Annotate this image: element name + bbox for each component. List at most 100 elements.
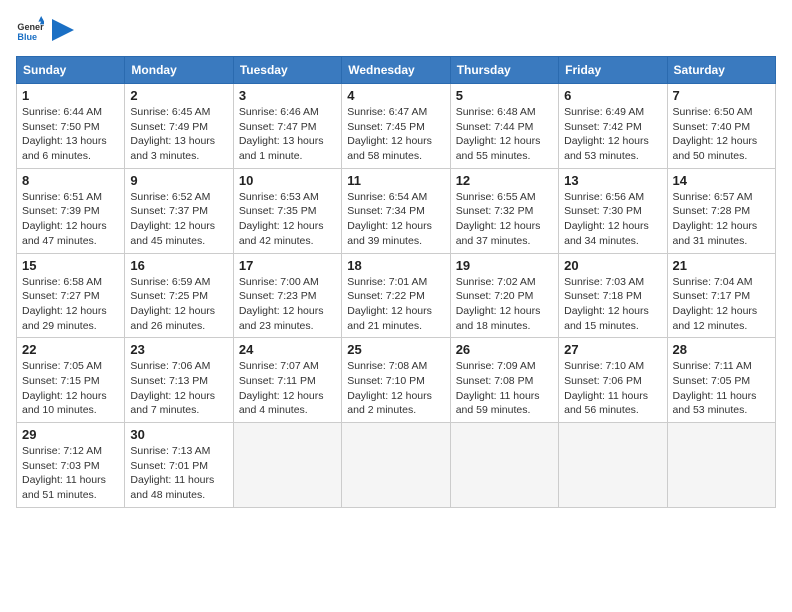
calendar-cell xyxy=(342,423,450,508)
day-number: 18 xyxy=(347,258,444,273)
calendar-cell: 13 Sunrise: 6:56 AM Sunset: 7:30 PM Dayli… xyxy=(559,168,667,253)
calendar-cell: 11 Sunrise: 6:54 AM Sunset: 7:34 PM Dayli… xyxy=(342,168,450,253)
day-info: Sunrise: 6:59 AM Sunset: 7:25 PM Dayligh… xyxy=(130,275,227,334)
logo-icon: General Blue xyxy=(16,16,44,44)
day-number: 9 xyxy=(130,173,227,188)
day-info: Sunrise: 6:45 AM Sunset: 7:49 PM Dayligh… xyxy=(130,105,227,164)
day-info: Sunrise: 6:47 AM Sunset: 7:45 PM Dayligh… xyxy=(347,105,444,164)
day-number: 22 xyxy=(22,342,119,357)
day-number: 16 xyxy=(130,258,227,273)
day-info: Sunrise: 7:01 AM Sunset: 7:22 PM Dayligh… xyxy=(347,275,444,334)
calendar-cell xyxy=(233,423,341,508)
day-number: 21 xyxy=(673,258,770,273)
weekday-header-sunday: Sunday xyxy=(17,57,125,84)
calendar-cell xyxy=(450,423,558,508)
svg-text:General: General xyxy=(17,22,44,32)
day-info: Sunrise: 6:58 AM Sunset: 7:27 PM Dayligh… xyxy=(22,275,119,334)
calendar-cell: 8 Sunrise: 6:51 AM Sunset: 7:39 PM Daylig… xyxy=(17,168,125,253)
day-info: Sunrise: 7:08 AM Sunset: 7:10 PM Dayligh… xyxy=(347,359,444,418)
weekday-header-friday: Friday xyxy=(559,57,667,84)
day-info: Sunrise: 6:51 AM Sunset: 7:39 PM Dayligh… xyxy=(22,190,119,249)
day-number: 10 xyxy=(239,173,336,188)
weekday-header-wednesday: Wednesday xyxy=(342,57,450,84)
calendar-cell: 26 Sunrise: 7:09 AM Sunset: 7:08 PM Dayli… xyxy=(450,338,558,423)
calendar-cell: 19 Sunrise: 7:02 AM Sunset: 7:20 PM Dayli… xyxy=(450,253,558,338)
calendar-cell: 10Sunrise: 6:53 AM Sunset: 7:35 PM Dayli… xyxy=(233,168,341,253)
day-info: Sunrise: 6:46 AM Sunset: 7:47 PM Dayligh… xyxy=(239,105,336,164)
weekday-header-thursday: Thursday xyxy=(450,57,558,84)
day-number: 8 xyxy=(22,173,119,188)
svg-text:Blue: Blue xyxy=(17,32,37,42)
calendar-cell: 4Sunrise: 6:47 AM Sunset: 7:45 PM Daylig… xyxy=(342,84,450,169)
calendar-cell: 14 Sunrise: 6:57 AM Sunset: 7:28 PM Dayli… xyxy=(667,168,775,253)
day-info: Sunrise: 7:13 AM Sunset: 7:01 PM Dayligh… xyxy=(130,444,227,503)
calendar-cell: 27 Sunrise: 7:10 AM Sunset: 7:06 PM Dayli… xyxy=(559,338,667,423)
day-number: 20 xyxy=(564,258,661,273)
day-info: Sunrise: 7:05 AM Sunset: 7:15 PM Dayligh… xyxy=(22,359,119,418)
day-number: 19 xyxy=(456,258,553,273)
calendar-cell: 16 Sunrise: 6:59 AM Sunset: 7:25 PM Dayli… xyxy=(125,253,233,338)
day-info: Sunrise: 7:02 AM Sunset: 7:20 PM Dayligh… xyxy=(456,275,553,334)
weekday-header-monday: Monday xyxy=(125,57,233,84)
day-number: 28 xyxy=(673,342,770,357)
day-info: Sunrise: 6:54 AM Sunset: 7:34 PM Dayligh… xyxy=(347,190,444,249)
calendar-cell: 18 Sunrise: 7:01 AM Sunset: 7:22 PM Dayli… xyxy=(342,253,450,338)
calendar-cell: 30 Sunrise: 7:13 AM Sunset: 7:01 PM Dayli… xyxy=(125,423,233,508)
calendar-cell: 25 Sunrise: 7:08 AM Sunset: 7:10 PM Dayli… xyxy=(342,338,450,423)
day-info: Sunrise: 6:44 AM Sunset: 7:50 PM Dayligh… xyxy=(22,105,119,164)
calendar-cell: 21 Sunrise: 7:04 AM Sunset: 7:17 PM Dayli… xyxy=(667,253,775,338)
day-number: 26 xyxy=(456,342,553,357)
day-number: 7 xyxy=(673,88,770,103)
day-info: Sunrise: 7:12 AM Sunset: 7:03 PM Dayligh… xyxy=(22,444,119,503)
calendar-cell: 12 Sunrise: 6:55 AM Sunset: 7:32 PM Dayli… xyxy=(450,168,558,253)
day-info: Sunrise: 6:49 AM Sunset: 7:42 PM Dayligh… xyxy=(564,105,661,164)
day-info: Sunrise: 7:11 AM Sunset: 7:05 PM Dayligh… xyxy=(673,359,770,418)
calendar-cell xyxy=(559,423,667,508)
calendar-cell: 15 Sunrise: 6:58 AM Sunset: 7:27 PM Dayli… xyxy=(17,253,125,338)
day-info: Sunrise: 6:55 AM Sunset: 7:32 PM Dayligh… xyxy=(456,190,553,249)
calendar-cell: 5 Sunrise: 6:48 AM Sunset: 7:44 PM Daylig… xyxy=(450,84,558,169)
day-number: 29 xyxy=(22,427,119,442)
day-number: 2 xyxy=(130,88,227,103)
calendar-cell: 3Sunrise: 6:46 AM Sunset: 7:47 PM Daylig… xyxy=(233,84,341,169)
logo: General Blue xyxy=(16,16,74,44)
calendar-cell: 24Sunrise: 7:07 AM Sunset: 7:11 PM Dayli… xyxy=(233,338,341,423)
day-info: Sunrise: 6:57 AM Sunset: 7:28 PM Dayligh… xyxy=(673,190,770,249)
day-info: Sunrise: 7:07 AM Sunset: 7:11 PM Dayligh… xyxy=(239,359,336,418)
weekday-header-saturday: Saturday xyxy=(667,57,775,84)
day-number: 14 xyxy=(673,173,770,188)
day-number: 30 xyxy=(130,427,227,442)
calendar-cell: 2 Sunrise: 6:45 AM Sunset: 7:49 PM Daylig… xyxy=(125,84,233,169)
day-info: Sunrise: 6:48 AM Sunset: 7:44 PM Dayligh… xyxy=(456,105,553,164)
day-number: 25 xyxy=(347,342,444,357)
day-number: 12 xyxy=(456,173,553,188)
calendar-cell: 17 Sunrise: 7:00 AM Sunset: 7:23 PM Dayli… xyxy=(233,253,341,338)
day-info: Sunrise: 6:56 AM Sunset: 7:30 PM Dayligh… xyxy=(564,190,661,249)
calendar-cell: 1 Sunrise: 6:44 AM Sunset: 7:50 PM Daylig… xyxy=(17,84,125,169)
day-info: Sunrise: 7:04 AM Sunset: 7:17 PM Dayligh… xyxy=(673,275,770,334)
day-number: 13 xyxy=(564,173,661,188)
calendar-cell: 23Sunrise: 7:06 AM Sunset: 7:13 PM Dayli… xyxy=(125,338,233,423)
day-number: 23 xyxy=(130,342,227,357)
calendar-cell: 22 Sunrise: 7:05 AM Sunset: 7:15 PM Dayli… xyxy=(17,338,125,423)
day-number: 5 xyxy=(456,88,553,103)
day-number: 11 xyxy=(347,173,444,188)
calendar-cell xyxy=(667,423,775,508)
calendar-cell: 6 Sunrise: 6:49 AM Sunset: 7:42 PM Daylig… xyxy=(559,84,667,169)
day-info: Sunrise: 7:03 AM Sunset: 7:18 PM Dayligh… xyxy=(564,275,661,334)
day-number: 17 xyxy=(239,258,336,273)
day-info: Sunrise: 7:09 AM Sunset: 7:08 PM Dayligh… xyxy=(456,359,553,418)
day-number: 15 xyxy=(22,258,119,273)
calendar-cell: 20 Sunrise: 7:03 AM Sunset: 7:18 PM Dayli… xyxy=(559,253,667,338)
calendar-table: SundayMondayTuesdayWednesdayThursdayFrid… xyxy=(16,56,776,508)
calendar-cell: 9Sunrise: 6:52 AM Sunset: 7:37 PM Daylig… xyxy=(125,168,233,253)
day-info: Sunrise: 6:50 AM Sunset: 7:40 PM Dayligh… xyxy=(673,105,770,164)
day-info: Sunrise: 7:00 AM Sunset: 7:23 PM Dayligh… xyxy=(239,275,336,334)
calendar-cell: 29 Sunrise: 7:12 AM Sunset: 7:03 PM Dayli… xyxy=(17,423,125,508)
day-number: 6 xyxy=(564,88,661,103)
page-header: General Blue xyxy=(16,16,776,44)
day-number: 27 xyxy=(564,342,661,357)
day-number: 1 xyxy=(22,88,119,103)
day-info: Sunrise: 7:10 AM Sunset: 7:06 PM Dayligh… xyxy=(564,359,661,418)
logo-arrow-icon xyxy=(52,19,74,41)
